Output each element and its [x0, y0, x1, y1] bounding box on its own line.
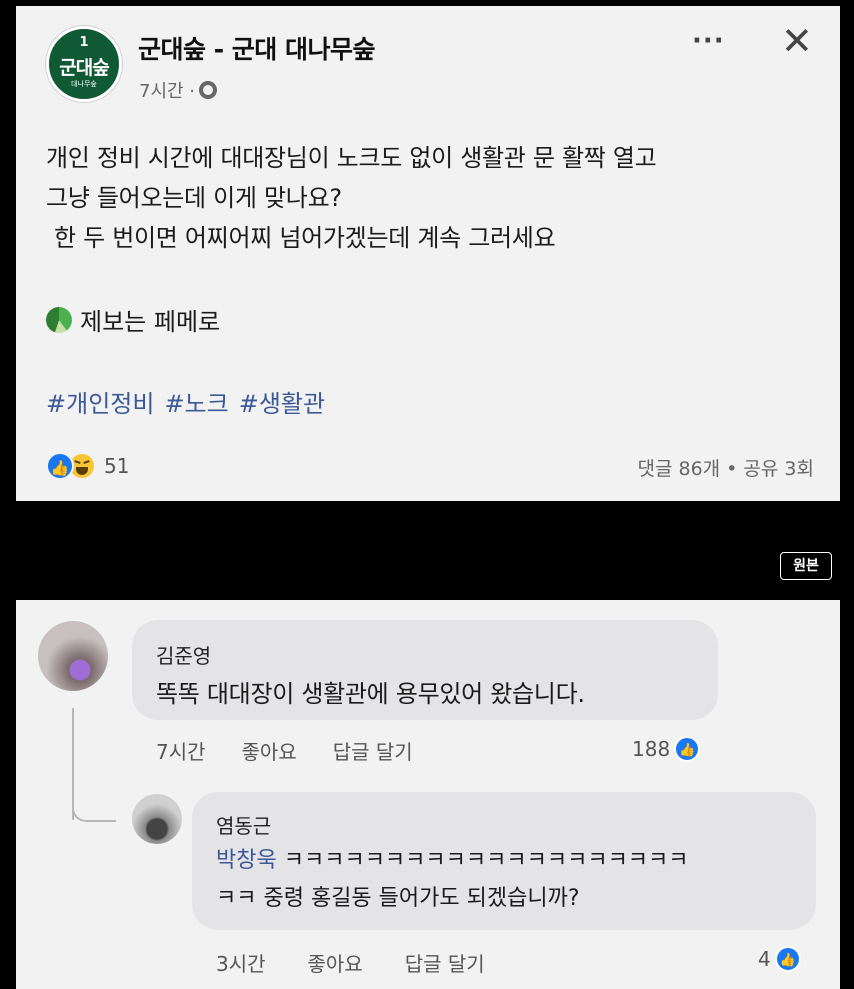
hashtag-link[interactable]: #생활관 [239, 384, 325, 419]
comment-text: 똑똑 대대장이 생활관에 용무있어 왔습니다. [156, 680, 585, 708]
page-logo-sub: 대나무숲 [71, 80, 97, 88]
page-logo-number: 1 [79, 35, 89, 50]
page-logo-icon[interactable]: 1 군대숲 대나무숲 [46, 26, 122, 102]
comment-like-button[interactable]: 좋아요 [242, 736, 297, 765]
like-count: 4 [758, 947, 771, 971]
reply-bubble: 염동근 박창욱 ㅋㅋㅋㅋㅋㅋㅋㅋㅋㅋㅋㅋㅋㅋㅋㅋㅋㅋㅋㅋ ㅋㅋ 중령 홍길동 들… [192, 792, 816, 930]
like-count: 188 [632, 737, 671, 761]
hashtags: #개인정비 #노크 #생활관 [46, 384, 325, 419]
comment-text-part: ㅋㅋ 중령 홍길동 들어가도 되겠습니까? [216, 886, 580, 911]
globe-icon [199, 81, 218, 99]
comment-time[interactable]: 7시간 [156, 736, 206, 765]
comment-text: 박창욱 ㅋㅋㅋㅋㅋㅋㅋㅋㅋㅋㅋㅋㅋㅋㅋㅋㅋㅋㅋㅋ ㅋㅋ 중령 홍길동 들어가도 … [216, 842, 816, 918]
post-body-line: 개인 정비 시간에 대대장님이 노크도 없이 생활관 문 활짝 열고 [46, 144, 657, 172]
comment-actions: 3시간 좋아요 답글 달기 [216, 948, 485, 977]
post-meta: 7시간 · [139, 77, 218, 103]
informant-text: 제보는 페메로 [80, 308, 221, 336]
comment-reply-button[interactable]: 답글 달기 [333, 736, 413, 765]
post-body: 개인 정비 시간에 대대장님이 노크도 없이 생활관 문 활짝 열고 그냥 들어… [46, 138, 826, 258]
hashtag-link[interactable]: #개인정비 [46, 384, 154, 419]
comment-like-button[interactable]: 좋아요 [308, 948, 363, 977]
avatar[interactable] [38, 621, 108, 691]
post-body-line: 그냥 들어오는데 이게 맞나요? [46, 184, 342, 212]
comment-like-count[interactable]: 188 👍 [632, 736, 701, 762]
post-stats[interactable]: 댓글 86개 • 공유 3회 [637, 454, 814, 481]
post-time[interactable]: 7시간 · [139, 77, 195, 103]
comment-actions: 7시간 좋아요 답글 달기 [156, 736, 413, 765]
comment-like-count[interactable]: 4 👍 [758, 946, 801, 972]
comment-time[interactable]: 3시간 [216, 948, 266, 977]
comment-author[interactable]: 염동근 [216, 810, 271, 839]
post-body-line: 한 두 번이면 어찌어찌 넘어가겠는데 계속 그러세요 [54, 224, 556, 252]
thread-connector [72, 786, 116, 822]
comments-card: 김준영 똑똑 대대장이 생활관에 용무있어 왔습니다. 7시간 좋아요 답글 달… [16, 600, 840, 989]
comment-text-part: ㅋㅋㅋㅋㅋㅋㅋㅋㅋㅋㅋㅋㅋㅋㅋㅋㅋㅋㅋㅋ [276, 848, 689, 873]
post-card: 1 군대숲 대나무숲 군대숲 - 군대 대나무숲 7시간 · ··· ✕ 개인 … [16, 6, 840, 501]
reaction-count: 51 [104, 454, 130, 478]
informant-line: 제보는 페메로 [46, 302, 220, 337]
like-icon: 👍 [674, 736, 701, 762]
avatar[interactable] [132, 794, 182, 844]
original-badge: 원본 [780, 552, 832, 580]
hashtag-link[interactable]: #노크 [164, 384, 228, 419]
comment-author[interactable]: 김준영 [156, 640, 211, 669]
more-options-button[interactable]: ··· [692, 26, 725, 56]
recycle-icon [46, 306, 72, 333]
comment-bubble: 김준영 똑똑 대대장이 생활관에 용무있어 왔습니다. [132, 620, 718, 720]
like-icon: 👍 [46, 452, 74, 480]
mention-link[interactable]: 박창욱 [216, 848, 277, 873]
like-icon: 👍 [774, 946, 801, 972]
reactions-summary[interactable]: 👍 51 [46, 452, 129, 480]
comment-reply-button[interactable]: 답글 달기 [405, 948, 485, 977]
close-button[interactable]: ✕ [781, 22, 813, 60]
page-name-link[interactable]: 군대숲 - 군대 대나무숲 [138, 30, 376, 66]
page-logo-name: 군대숲 [59, 57, 109, 79]
